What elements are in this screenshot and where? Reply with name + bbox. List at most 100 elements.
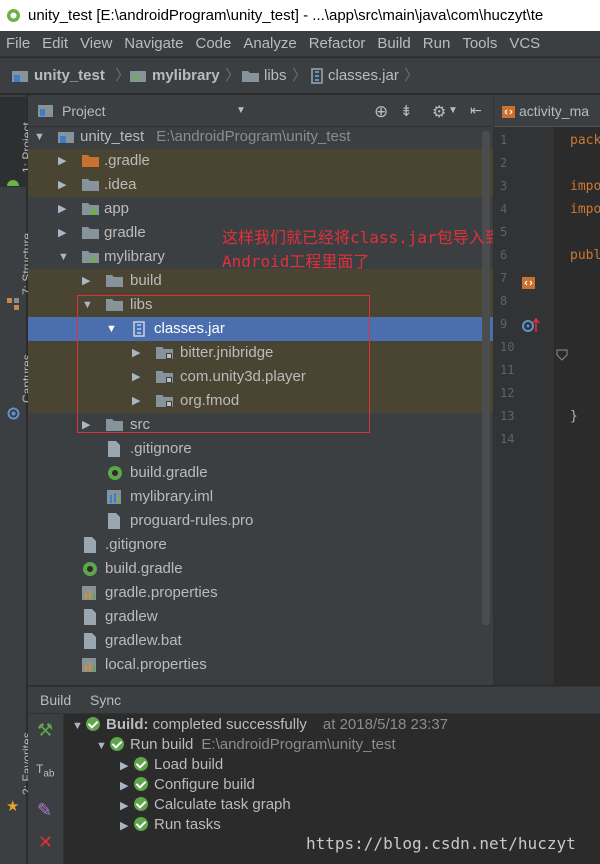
line-number: 8: [500, 294, 508, 308]
success-check-icon: [134, 757, 148, 772]
locate-icon[interactable]: ⊕: [374, 102, 388, 122]
menu-run[interactable]: Run: [417, 31, 457, 56]
build-status-label: Build:: [106, 716, 149, 733]
chevron-down-icon[interactable]: ▼: [236, 105, 246, 116]
collapsed-arrow-icon[interactable]: ▶: [58, 173, 66, 197]
breadcrumb-classes-jar[interactable]: classes.jar: [310, 58, 399, 93]
library-module-icon: [130, 71, 146, 83]
breadcrumb-libs[interactable]: libs: [242, 58, 287, 93]
menu-edit[interactable]: Edit: [36, 31, 74, 56]
expanded-arrow-icon[interactable]: ▼: [72, 716, 86, 736]
build-status-row[interactable]: ▼ Build: completed successfully at 2018/5/…: [72, 715, 448, 735]
build-tab-bar: Build Sync: [28, 687, 600, 714]
tree-row-file[interactable]: mylibrary.iml: [28, 485, 493, 509]
file-icon: [84, 633, 96, 649]
tree-row-file[interactable]: local.properties: [28, 653, 493, 677]
code-editor[interactable]: activity_ma 1 2 3 4 5 6 7 8 9 10 11 12 1…: [493, 95, 600, 685]
menu-view[interactable]: View: [74, 31, 118, 56]
line-number: 13: [500, 409, 515, 423]
collapsed-arrow-icon[interactable]: ▶: [82, 269, 90, 293]
tree-label: build: [130, 272, 162, 289]
tool-tab-project[interactable]: 1: Project: [0, 97, 34, 187]
editor-tab-activity[interactable]: activity_ma: [502, 95, 589, 127]
tool-tab-captures[interactable]: Captures: [0, 343, 34, 423]
menu-bar: File Edit View Navigate Code Analyze Refactor B…: [0, 31, 600, 57]
code-line: publ: [570, 248, 600, 263]
chevron-down-icon[interactable]: ▼: [448, 105, 458, 116]
breadcrumb-unity-test[interactable]: unity_test: [12, 58, 105, 93]
tree-label: .gitignore: [105, 536, 167, 553]
collapsed-arrow-icon[interactable]: ▶: [120, 776, 134, 796]
tree-label: mylibrary.iml: [130, 488, 214, 505]
tree-row-unity-test[interactable]: ▼ unity_test E:\androidProgram\unity_test: [28, 125, 493, 149]
menu-tools[interactable]: Tools: [456, 31, 503, 56]
project-panel-header: Project ▼ ⊕ ⇟ ⚙ ▼ ⇤: [28, 95, 493, 127]
tab-sync[interactable]: Sync: [90, 692, 121, 708]
fold-marker-icon[interactable]: [556, 349, 568, 361]
collapsed-arrow-icon[interactable]: ▶: [58, 221, 66, 245]
menu-vcs[interactable]: VCS: [503, 31, 546, 56]
collapsed-arrow-icon[interactable]: ▶: [58, 149, 66, 173]
line-number: 1: [500, 133, 508, 147]
build-step-label: Load build: [154, 756, 224, 773]
build-status-text: completed successfully: [152, 716, 307, 733]
vertical-scrollbar[interactable]: [482, 131, 490, 625]
tree-row-gradle-dir[interactable]: ▶ .gradle: [28, 149, 493, 173]
chevron-right-icon: 〉: [225, 67, 241, 84]
project-panel-title[interactable]: Project: [62, 103, 106, 119]
menu-code[interactable]: Code: [189, 31, 237, 56]
gear-icon[interactable]: ⚙: [432, 102, 446, 122]
collapsed-arrow-icon[interactable]: ▶: [120, 756, 134, 776]
expanded-arrow-icon[interactable]: ▼: [34, 125, 45, 149]
expanded-arrow-icon[interactable]: ▼: [58, 245, 69, 269]
menu-file[interactable]: File: [0, 31, 36, 56]
tool-tab-favorites[interactable]: 2: Favorites ★: [0, 723, 34, 833]
collapse-all-icon[interactable]: ⇟: [400, 102, 413, 120]
menu-navigate[interactable]: Navigate: [118, 31, 189, 56]
tree-row-file[interactable]: .gitignore: [28, 533, 493, 557]
tree-label: gradlew.bat: [105, 632, 182, 649]
window-title: unity_test [E:\androidProgram\unity_test…: [28, 7, 544, 24]
build-step-row[interactable]: ▶ Run tasks: [120, 815, 221, 835]
menu-analyze[interactable]: Analyze: [237, 31, 302, 56]
hide-panel-icon[interactable]: ⇤: [470, 102, 482, 119]
expanded-arrow-icon[interactable]: ▼: [96, 736, 110, 756]
file-icon: [108, 513, 120, 529]
line-number: 9: [500, 317, 508, 331]
breadcrumb-mylibrary[interactable]: mylibrary: [130, 58, 220, 93]
tab-build[interactable]: Build: [40, 692, 71, 708]
jar-icon: [311, 68, 323, 84]
tree-row-file[interactable]: proguard-rules.pro: [28, 509, 493, 533]
menu-refactor[interactable]: Refactor: [303, 31, 372, 56]
build-step-row[interactable]: ▶ Load build: [120, 755, 223, 775]
build-step-row[interactable]: ▶ Calculate task graph: [120, 795, 291, 815]
code-line: impo: [570, 202, 600, 217]
hammer-icon[interactable]: ⚒: [37, 720, 53, 741]
tree-row-file[interactable]: .gitignore: [28, 437, 493, 461]
tree-label: .gitignore: [130, 440, 192, 457]
tree-row-idea[interactable]: ▶ .idea: [28, 173, 493, 197]
module-icon: [58, 132, 74, 143]
code-line: }: [570, 409, 578, 424]
tree-row-file[interactable]: build.gradle: [28, 461, 493, 485]
tree-row-app[interactable]: ▶ app: [28, 197, 493, 221]
folder-orange-icon: [82, 155, 99, 167]
tree-row-file[interactable]: gradlew: [28, 605, 493, 629]
build-step-row[interactable]: ▶ Configure build: [120, 775, 255, 795]
tree-label: gradlew: [105, 608, 158, 625]
tree-row-file[interactable]: gradlew.bat: [28, 629, 493, 653]
collapsed-arrow-icon[interactable]: ▶: [120, 796, 134, 816]
close-icon[interactable]: ✕: [38, 832, 53, 853]
collapsed-arrow-icon[interactable]: ▶: [58, 197, 66, 221]
chevron-right-icon: 〉: [292, 67, 308, 84]
folder-icon: [82, 179, 99, 191]
tool-tab-structure[interactable]: 7: Structure: [0, 213, 34, 313]
tree-row-file[interactable]: build.gradle: [28, 557, 493, 581]
pin-icon[interactable]: ✎: [37, 800, 52, 821]
tree-label: proguard-rules.pro: [130, 512, 254, 529]
run-build-row[interactable]: ▼ Run build E:\androidProgram\unity_test: [96, 735, 396, 755]
tree-row-file[interactable]: gradle.properties: [28, 581, 493, 605]
collapsed-arrow-icon[interactable]: ▶: [120, 816, 134, 836]
menu-build[interactable]: Build: [371, 31, 416, 56]
toggle-view-icon[interactable]: Tab: [36, 762, 54, 779]
